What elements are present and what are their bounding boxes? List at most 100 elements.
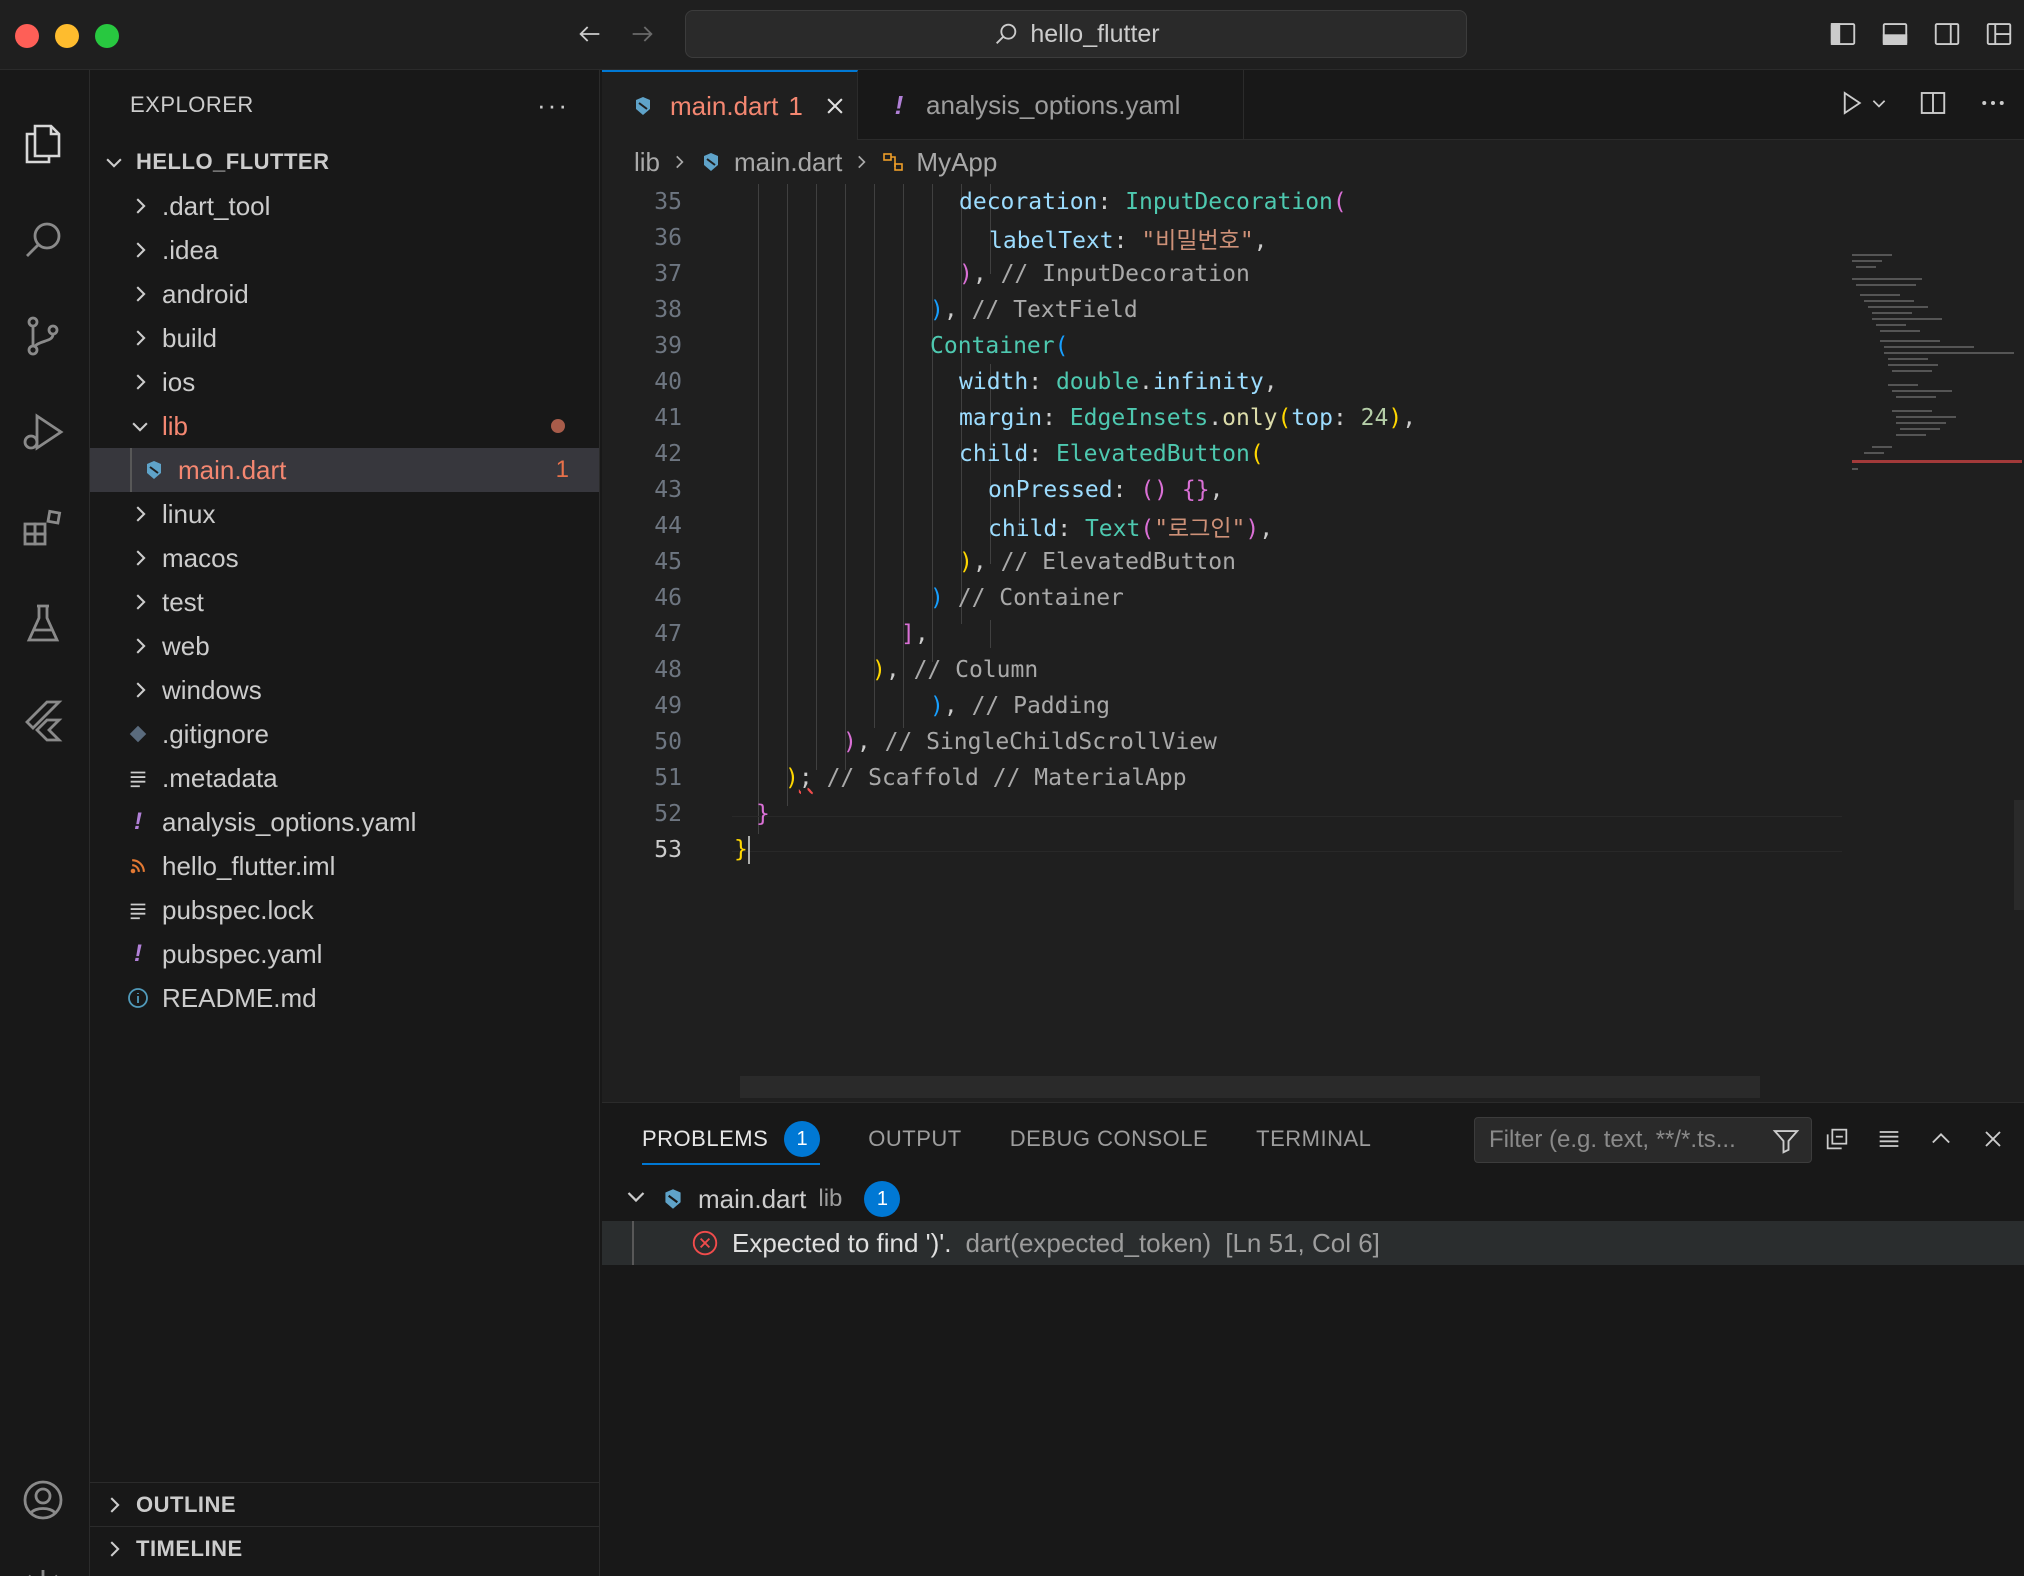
file-analysis-options[interactable]: ! analysis_options.yaml xyxy=(90,800,599,844)
minimize-window-button[interactable] xyxy=(55,24,79,48)
folder-macos[interactable]: macos xyxy=(90,536,599,580)
workspace-root[interactable]: HELLO_FLUTTER xyxy=(90,140,599,184)
info-icon xyxy=(124,986,152,1010)
breadcrumb-myapp[interactable]: MyApp xyxy=(916,147,997,178)
close-panel-icon[interactable] xyxy=(1978,1121,2008,1157)
chevron-right-icon xyxy=(100,1491,128,1519)
horizontal-scrollbar[interactable] xyxy=(740,1076,1760,1098)
code-line: 48 ), // Column xyxy=(654,657,1039,683)
source-control-icon[interactable] xyxy=(0,296,86,376)
folder-ios[interactable]: ios xyxy=(90,360,599,404)
code-line: 40 width: double.infinity, xyxy=(654,369,1278,395)
code-line: 46 ) // Container xyxy=(654,585,1124,611)
testing-flask-icon[interactable] xyxy=(0,584,86,664)
editor-tabs: main.dart 1 ! analysis_options.yaml xyxy=(602,70,2024,140)
toggle-panel-icon[interactable] xyxy=(1880,14,1910,54)
class-symbol-icon xyxy=(880,149,906,175)
code-line: 39 Container( xyxy=(654,333,1069,359)
accounts-icon[interactable] xyxy=(0,1460,86,1540)
tab-problems[interactable]: PROBLEMS 1 xyxy=(642,1103,821,1175)
code-line: 53 } xyxy=(654,836,750,864)
folder-web[interactable]: web xyxy=(90,624,599,668)
editor-actions xyxy=(1836,88,2008,118)
file-main-dart[interactable]: main.dart 1 xyxy=(90,448,599,492)
folder-idea[interactable]: .idea xyxy=(90,228,599,272)
tab-debug-console[interactable]: DEBUG CONSOLE xyxy=(1010,1103,1208,1175)
tab-main-dart[interactable]: main.dart 1 xyxy=(602,70,858,140)
toggle-secondary-sidebar-icon[interactable] xyxy=(1932,14,1962,54)
settings-gear-icon[interactable] xyxy=(0,1550,86,1576)
code-line: 44 child: Text("로그인"), xyxy=(654,513,1274,542)
chevron-down-icon xyxy=(126,412,154,440)
explorer-header: EXPLORER ··· xyxy=(90,70,599,140)
dart-file-icon xyxy=(660,1186,686,1212)
run-icon[interactable] xyxy=(1836,88,1888,118)
chevron-right-icon xyxy=(126,236,154,264)
code-line: 45 ), // ElevatedButton xyxy=(654,549,1236,575)
modified-dot xyxy=(551,419,565,433)
problem-item[interactable]: Expected to find ')'. dart(expected_toke… xyxy=(602,1221,2024,1265)
maximize-window-button[interactable] xyxy=(95,24,119,48)
folder-test[interactable]: test xyxy=(90,580,599,624)
rss-file-icon xyxy=(124,856,152,876)
more-actions-icon[interactable]: ··· xyxy=(537,90,569,121)
problems-filter-input[interactable]: Filter (e.g. text, **/*.ts... xyxy=(1474,1117,1812,1163)
collapse-all-icon[interactable] xyxy=(1822,1121,1852,1157)
back-arrow-icon[interactable] xyxy=(570,14,610,54)
yaml-file-icon: ! xyxy=(894,89,904,120)
problem-count-badge: 1 xyxy=(555,456,569,483)
view-as-list-icon[interactable] xyxy=(1874,1121,1904,1157)
file-readme[interactable]: README.md xyxy=(90,976,599,1020)
minimap[interactable] xyxy=(1842,184,2022,584)
toggle-primary-sidebar-icon[interactable] xyxy=(1828,14,1858,54)
timeline-section[interactable]: TIMELINE xyxy=(90,1526,600,1570)
breadcrumb-lib[interactable]: lib xyxy=(634,147,660,178)
forward-arrow-icon[interactable] xyxy=(622,14,662,54)
split-editor-icon[interactable] xyxy=(1918,88,1948,118)
folder-linux[interactable]: linux xyxy=(90,492,599,536)
tab-analysis-options[interactable]: ! analysis_options.yaml xyxy=(858,70,1244,140)
filter-icon[interactable] xyxy=(1771,1126,1801,1163)
close-window-button[interactable] xyxy=(15,24,39,48)
folder-build[interactable]: build xyxy=(90,316,599,360)
close-icon[interactable] xyxy=(823,94,847,118)
code-line: 42 child: ElevatedButton( xyxy=(654,441,1264,467)
activity-bar xyxy=(0,70,90,1576)
file-pubspec-yaml[interactable]: ! pubspec.yaml xyxy=(90,932,599,976)
chevron-down-icon xyxy=(100,148,128,176)
folder-android[interactable]: android xyxy=(90,272,599,316)
problems-file-group[interactable]: main.dart lib 1 xyxy=(624,1177,901,1221)
file-pubspec-lock[interactable]: pubspec.lock xyxy=(90,888,599,932)
folder-dart-tool[interactable]: .dart_tool xyxy=(90,184,599,228)
more-actions-icon[interactable] xyxy=(1978,88,2008,118)
extensions-icon[interactable] xyxy=(0,488,86,568)
outline-section[interactable]: OUTLINE xyxy=(90,1482,600,1526)
editor-area: main.dart 1 ! analysis_options.yaml lib xyxy=(602,70,2024,1102)
maximize-panel-icon[interactable] xyxy=(1926,1121,1956,1157)
vertical-scrollbar[interactable] xyxy=(2014,800,2024,910)
search-icon[interactable] xyxy=(0,200,86,280)
bottom-panel: PROBLEMS 1 OUTPUT DEBUG CONSOLE TERMINAL… xyxy=(602,1102,2024,1576)
text-file-icon xyxy=(124,767,152,789)
file-gitignore[interactable]: .gitignore xyxy=(90,712,599,756)
code-editor[interactable]: 35 decoration: InputDecoration( 36 label… xyxy=(602,184,1842,1104)
explorer-title: EXPLORER xyxy=(130,92,254,117)
text-file-icon xyxy=(124,899,152,921)
error-icon xyxy=(690,1228,720,1258)
breadcrumb-main-dart[interactable]: main.dart xyxy=(734,147,842,178)
code-line: 35 decoration: InputDecoration( xyxy=(654,189,1347,215)
tab-terminal[interactable]: TERMINAL xyxy=(1256,1103,1371,1175)
flutter-icon[interactable] xyxy=(0,680,86,760)
file-hello-flutter-iml[interactable]: hello_flutter.iml xyxy=(90,844,599,888)
text-cursor xyxy=(747,836,750,864)
customize-layout-icon[interactable] xyxy=(1984,14,2014,54)
file-metadata[interactable]: .metadata xyxy=(90,756,599,800)
code-line: 47 ], xyxy=(654,621,929,647)
explorer-icon[interactable] xyxy=(0,104,86,184)
search-icon xyxy=(992,20,1020,48)
run-and-debug-icon[interactable] xyxy=(0,392,86,472)
command-center-search[interactable]: hello_flutter xyxy=(685,10,1467,58)
tab-output[interactable]: OUTPUT xyxy=(868,1103,961,1175)
folder-lib[interactable]: lib xyxy=(90,404,599,448)
folder-windows[interactable]: windows xyxy=(90,668,599,712)
